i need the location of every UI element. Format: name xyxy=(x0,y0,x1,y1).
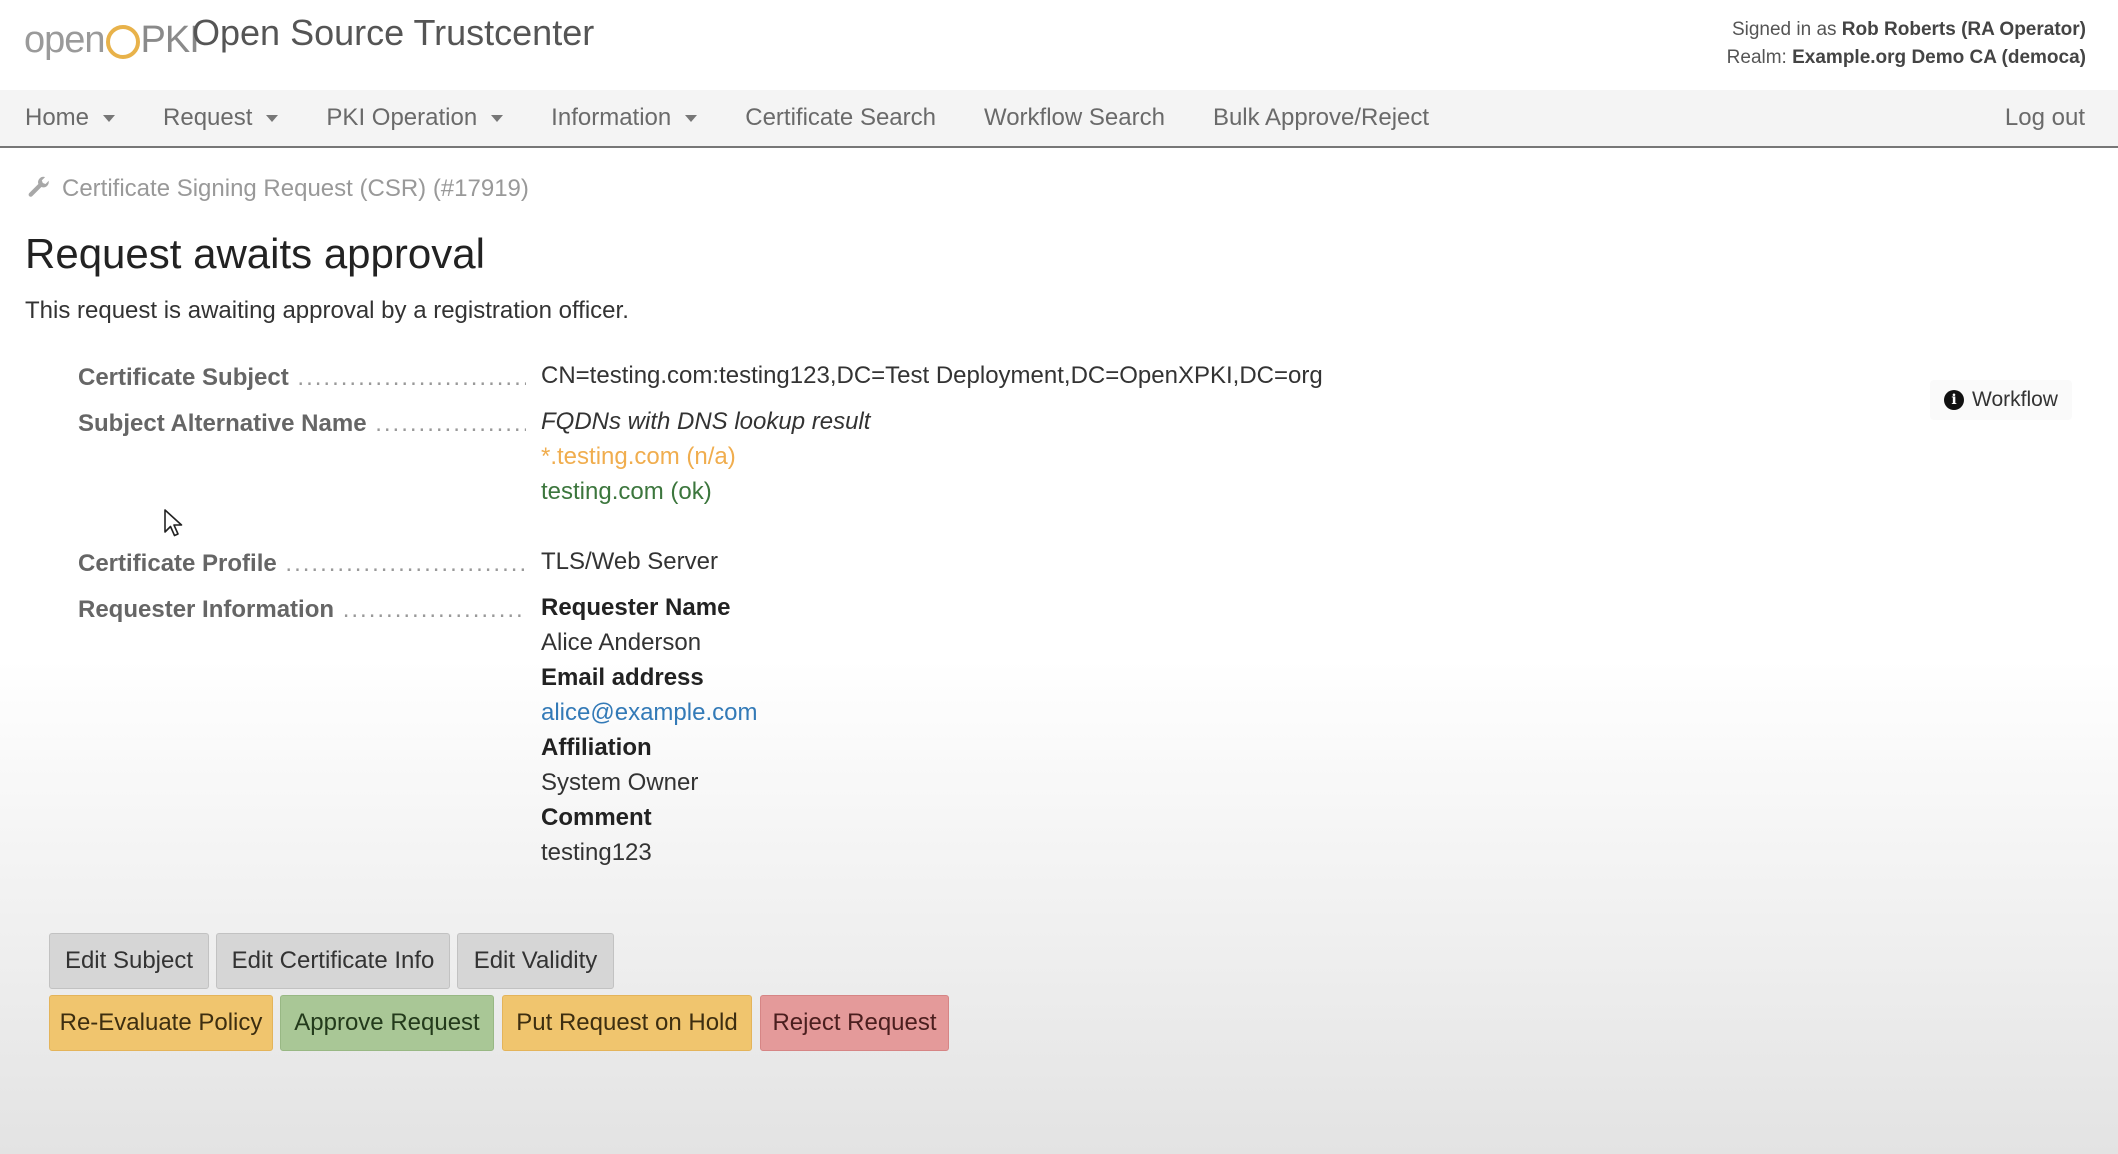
wrench-icon xyxy=(28,176,49,197)
nav-workflow-search[interactable]: Workflow Search xyxy=(960,89,1189,147)
signed-in-user: Rob Roberts (RA Operator) xyxy=(1841,19,2086,40)
certificate-profile-label: Certificate Profile xyxy=(78,550,526,578)
caret-down-icon xyxy=(491,114,504,122)
nav-home-label: Home xyxy=(25,104,90,131)
certificate-profile-label-text: Certificate Profile xyxy=(78,550,277,577)
certificate-subject-value: CN=testing.com:testing123,DC=Test Deploy… xyxy=(541,362,1323,389)
user-info: Signed in as Rob Roberts (RA Operator) R… xyxy=(1727,16,2086,72)
edit-validity-button[interactable]: Edit Validity xyxy=(457,933,614,989)
comment-value: testing123 xyxy=(541,839,652,866)
caret-down-icon xyxy=(266,114,279,122)
nav-request-label: Request xyxy=(163,104,253,131)
re-evaluate-policy-button[interactable]: Re-Evaluate Policy xyxy=(49,995,273,1051)
breadcrumb: Certificate Signing Request (CSR) (#1791… xyxy=(26,175,529,203)
nav-bulk-approve-reject[interactable]: Bulk Approve/Reject xyxy=(1189,89,1453,147)
certificate-subject-label: Certificate Subject xyxy=(78,364,526,392)
nav-pki-operation[interactable]: PKI Operation xyxy=(302,89,527,147)
page-description: This request is awaiting approval by a r… xyxy=(25,297,629,324)
logo-text-pki: PKI xyxy=(140,18,200,61)
nav-certificate-search[interactable]: Certificate Search xyxy=(721,89,960,147)
requester-name-value: Alice Anderson xyxy=(541,629,702,656)
requester-name-label: Requester Name xyxy=(541,594,731,621)
requester-information-label: Requester Information xyxy=(78,596,526,624)
san-label-text: Subject Alternative Name xyxy=(78,410,367,437)
comment-label: Comment xyxy=(541,804,652,831)
affiliation-label: Affiliation xyxy=(541,734,652,761)
app-title: Open Source Trustcenter xyxy=(192,12,595,53)
logout-link[interactable]: Log out xyxy=(1981,89,2118,147)
logo-text-open: open xyxy=(24,18,106,61)
san-label: Subject Alternative Name xyxy=(78,410,526,438)
page-title: Request awaits approval xyxy=(25,230,485,277)
nav-home[interactable]: Home xyxy=(0,89,139,147)
nav-information-label: Information xyxy=(551,104,672,131)
affiliation-value: System Owner xyxy=(541,769,699,796)
san-entry-main: testing.com (ok) xyxy=(541,478,712,505)
workflow-button-label: Workflow xyxy=(1972,388,2058,411)
san-values: FQDNs with DNS lookup result *.testing.c… xyxy=(541,404,870,509)
nav-information[interactable]: Information xyxy=(527,89,721,147)
requester-information-label-text: Requester Information xyxy=(78,596,335,623)
edit-certificate-info-button[interactable]: Edit Certificate Info xyxy=(216,933,450,989)
breadcrumb-text: Certificate Signing Request (CSR) (#1791… xyxy=(62,175,529,202)
email-link[interactable]: alice@example.com xyxy=(541,695,757,730)
edit-subject-button[interactable]: Edit Subject xyxy=(49,933,209,989)
email-address-label: Email address xyxy=(541,664,704,691)
requester-values: Requester Name Alice Anderson Email addr… xyxy=(541,590,757,870)
put-request-on-hold-button[interactable]: Put Request on Hold xyxy=(502,995,752,1051)
info-icon: i xyxy=(1944,390,1964,410)
san-heading: FQDNs with DNS lookup result xyxy=(541,408,871,435)
logo-ring-icon xyxy=(105,25,140,59)
reject-request-button[interactable]: Reject Request xyxy=(760,995,949,1051)
workflow-info-button[interactable]: i Workflow xyxy=(1930,380,2072,420)
certificate-subject-label-text: Certificate Subject xyxy=(78,364,289,391)
san-entry-wildcard: *.testing.com (n/a) xyxy=(541,443,736,470)
realm-prefix: Realm: xyxy=(1726,47,1787,68)
openxpki-logo[interactable]: open PKI xyxy=(24,10,200,70)
nav-pki-operation-label: PKI Operation xyxy=(326,104,478,131)
caret-down-icon xyxy=(103,114,116,122)
approve-request-button[interactable]: Approve Request xyxy=(280,995,494,1051)
signed-in-prefix: Signed in as xyxy=(1731,19,1837,40)
certificate-profile-value: TLS/Web Server xyxy=(541,548,718,575)
main-nav: Home Request PKI Operation Information C… xyxy=(0,90,2118,148)
nav-request[interactable]: Request xyxy=(139,89,302,147)
mouse-cursor-icon xyxy=(164,509,183,537)
realm-value: Example.org Demo CA (democa) xyxy=(1792,47,2086,68)
caret-down-icon xyxy=(685,114,698,122)
header: open PKI Open Source Trustcenter Signed i… xyxy=(0,0,2118,90)
